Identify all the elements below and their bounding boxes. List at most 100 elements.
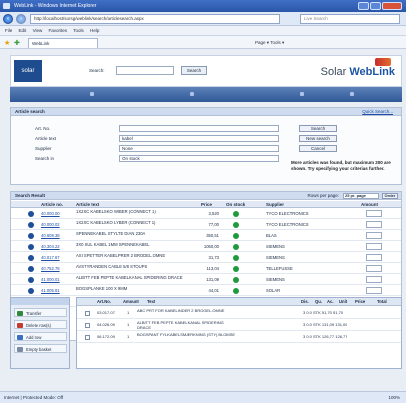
- order-artno: 03.017.07: [97, 311, 115, 315]
- col-order-ac[interactable]: Ac.: [327, 298, 334, 306]
- nav-dot-icon[interactable]: [350, 92, 354, 96]
- order-row-checkbox[interactable]: [85, 323, 90, 328]
- search-in-select[interactable]: On stock: [119, 155, 279, 162]
- pin-icon[interactable]: [28, 288, 34, 294]
- article-number-link[interactable]: 40.017.67: [41, 256, 60, 261]
- add-favorite-icon[interactable]: ✚: [14, 39, 20, 47]
- header-search-input[interactable]: [116, 66, 174, 75]
- empty-basket-button[interactable]: Empty basket: [14, 344, 67, 353]
- amount-input[interactable]: [366, 265, 382, 272]
- nav-dot-icon[interactable]: [190, 92, 194, 96]
- amount-input[interactable]: [366, 287, 382, 294]
- menu-tools[interactable]: Tools: [73, 28, 84, 33]
- col-amount[interactable]: Amount: [361, 201, 378, 208]
- quick-search-link[interactable]: Quick Search...: [362, 108, 393, 116]
- order-row-checkbox[interactable]: [85, 335, 90, 340]
- table-row[interactable]: 40.017.67 ASI SPETTER KABELPRER 2 BRODEL…: [11, 253, 401, 263]
- minimize-button[interactable]: [358, 2, 369, 10]
- col-article-no[interactable]: Article no.: [41, 201, 63, 208]
- command-bar[interactable]: Page ▾ Tools ▾: [255, 38, 284, 47]
- col-order-text[interactable]: Text: [147, 298, 155, 306]
- order-qty[interactable]: 1: [127, 335, 129, 340]
- pin-icon[interactable]: [28, 211, 34, 217]
- pin-icon[interactable]: [28, 255, 34, 261]
- col-on-stock[interactable]: On stock: [226, 201, 245, 208]
- article-text-input[interactable]: kabel: [119, 135, 279, 142]
- supplier-select[interactable]: None: [119, 145, 279, 152]
- article-number-link[interactable]: 40.752.78: [41, 267, 60, 272]
- table-row[interactable]: 41.005.81 BOGSPLANKE 100 X 9MM 44,01 SOL…: [11, 286, 401, 296]
- pin-icon[interactable]: [28, 244, 34, 250]
- delete-rows-button[interactable]: Delete row(s): [14, 320, 67, 329]
- maximize-button[interactable]: [370, 2, 381, 10]
- cancel-button[interactable]: Cancel: [299, 145, 337, 152]
- article-number-link[interactable]: 40.000.00: [41, 212, 60, 217]
- table-row[interactable]: 40.304.22 3X0 SUL KABEL 1MM SPENNEKABEL …: [11, 242, 401, 252]
- order-row[interactable]: 03.017.07 1 ABC PRT FOR KABELINDER 2 BRO…: [77, 308, 401, 319]
- amount-input[interactable]: [366, 243, 382, 250]
- amount-input[interactable]: [366, 210, 382, 217]
- add-row-label: Add row: [26, 335, 42, 340]
- menu-favorites[interactable]: Favorites: [49, 28, 68, 33]
- col-order-qu[interactable]: Qu.: [315, 298, 322, 306]
- order-row[interactable]: 06.172.09 1 BOGSPANT FYLKABELSMÆRKNING (…: [77, 332, 401, 343]
- order-button[interactable]: Order: [382, 193, 398, 199]
- col-order-price[interactable]: Price: [355, 298, 365, 306]
- order-values: 3 0.0 STK 51,70 51,70: [303, 311, 344, 315]
- favorites-star-icon[interactable]: ★: [4, 39, 10, 47]
- order-qty[interactable]: 1: [127, 311, 129, 316]
- new-search-button[interactable]: New search: [299, 135, 337, 142]
- order-row[interactable]: 04.026.09 1 ALBITT FEB PEPTE KABELKANAL …: [77, 320, 401, 331]
- nav-dot-icon[interactable]: [300, 92, 304, 96]
- article-number-link[interactable]: 41.000.01: [41, 278, 60, 283]
- col-article-text[interactable]: Article text: [76, 201, 99, 208]
- article-number-link[interactable]: 40.608.38: [41, 234, 60, 239]
- url-input[interactable]: http://localhost/sorsg/weblink/search/ar…: [30, 14, 280, 24]
- tab-weblink[interactable]: WebLink: [28, 38, 98, 48]
- article-number-link[interactable]: 40.000.02: [41, 223, 60, 228]
- menu-file[interactable]: File: [5, 28, 12, 33]
- amount-input[interactable]: [366, 232, 382, 239]
- menu-help[interactable]: Help: [90, 28, 99, 33]
- table-row[interactable]: 40.608.38 SPENNEKABEL STYLTE DIAN 230A 3…: [11, 231, 401, 241]
- search-button[interactable]: Search: [299, 125, 337, 132]
- article-supplier: SIEMENS: [266, 278, 285, 282]
- add-row-button[interactable]: Add row: [14, 332, 67, 341]
- amount-input[interactable]: [366, 276, 382, 283]
- article-text: 1X2XC KABELSKO LYBER (CONNECT 1): [76, 220, 156, 225]
- table-row[interactable]: 40.752.78 AVSTYRANDEN CABLE 5/8 STOUPS 1…: [11, 264, 401, 274]
- order-artno: 06.172.09: [97, 335, 115, 339]
- pin-icon[interactable]: [28, 266, 34, 272]
- order-row-checkbox[interactable]: [85, 311, 90, 316]
- amount-input[interactable]: [366, 221, 382, 228]
- menu-edit[interactable]: Edit: [19, 28, 27, 33]
- col-order-dis[interactable]: Dis.: [301, 298, 309, 306]
- browser-search-input[interactable]: Live Search: [300, 14, 400, 24]
- col-price[interactable]: Price: [201, 201, 212, 208]
- col-order-total[interactable]: Total: [377, 298, 387, 306]
- header-search-button[interactable]: Search: [181, 66, 207, 75]
- pin-icon[interactable]: [28, 233, 34, 239]
- back-button[interactable]: ‹: [3, 14, 13, 24]
- rows-per-page-select[interactable]: 25 pr. page: [343, 193, 379, 199]
- pin-icon[interactable]: [28, 222, 34, 228]
- col-order-amount[interactable]: Amount: [123, 298, 139, 306]
- forward-button[interactable]: ›: [16, 14, 26, 24]
- col-order-artno[interactable]: Art.No.: [97, 298, 111, 306]
- menu-view[interactable]: View: [33, 28, 43, 33]
- close-button[interactable]: [382, 2, 402, 10]
- table-row[interactable]: 40.000.00 1X2XC KABELSKO WIBER (CONNECT …: [11, 209, 401, 219]
- col-order-unit[interactable]: Unit: [339, 298, 347, 306]
- col-supplier[interactable]: Supplier: [266, 201, 284, 208]
- table-row[interactable]: 40.000.02 1X2XC KABELSKO LYBER (CONNECT …: [11, 220, 401, 230]
- table-row[interactable]: 41.000.01 ALBITT FEB PEPTE KABELKANAL SP…: [11, 275, 401, 285]
- pin-icon[interactable]: [28, 277, 34, 283]
- order-qty[interactable]: 1: [127, 323, 129, 328]
- amount-input[interactable]: [366, 254, 382, 261]
- nav-dot-icon[interactable]: [90, 92, 94, 96]
- zoom-level[interactable]: 100%: [388, 392, 400, 403]
- transfer-button[interactable]: Transfer: [14, 308, 67, 317]
- article-number-link[interactable]: 41.005.81: [41, 289, 60, 294]
- artno-input[interactable]: [119, 125, 279, 132]
- article-number-link[interactable]: 40.304.22: [41, 245, 60, 250]
